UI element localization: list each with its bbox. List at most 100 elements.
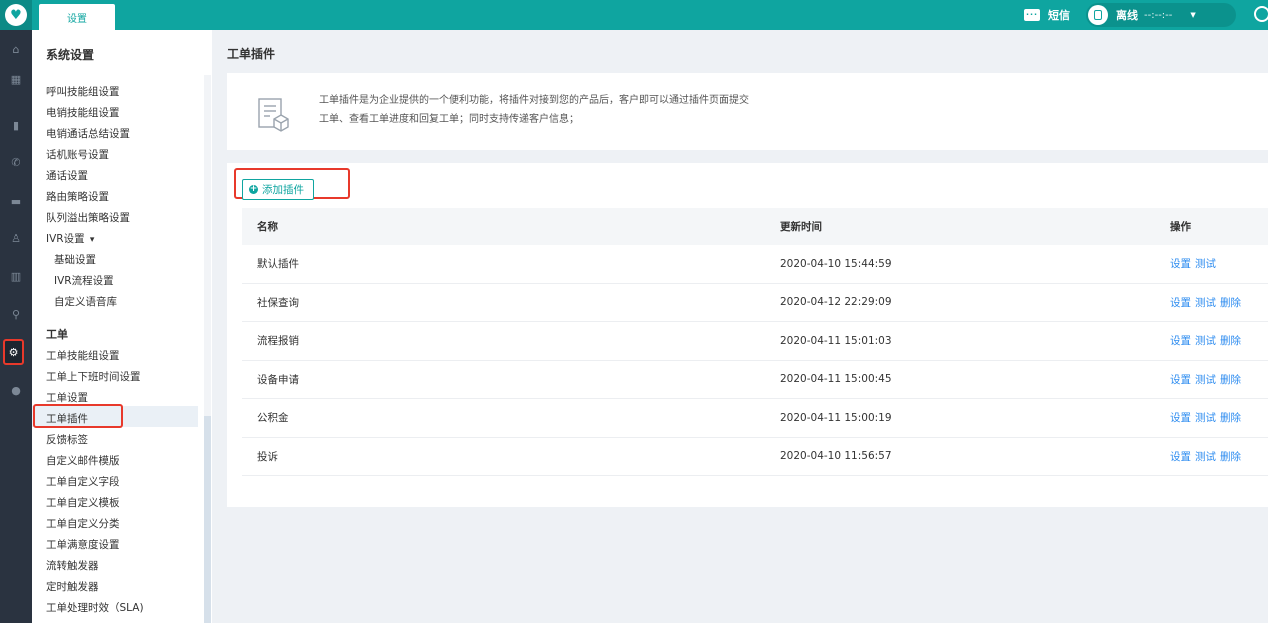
plugin-name: 流程报销 xyxy=(257,335,299,348)
plugin-table: 名称 更新时间 操作 默认插件 2020-04-10 15:44:59 设置 测… xyxy=(242,208,1268,476)
search-icon[interactable] xyxy=(1254,6,1268,22)
plugin-document-icon xyxy=(258,98,289,132)
delete-link[interactable]: 删除 xyxy=(1220,449,1241,464)
sidebar-item-ivr-flow[interactable]: IVR流程设置 xyxy=(54,273,114,288)
delete-link[interactable]: 删除 xyxy=(1220,295,1241,310)
chat-icon[interactable]: ▬ xyxy=(0,190,32,212)
book-icon[interactable]: ▮ xyxy=(0,114,32,136)
sidebar-item-ticket-custom-template[interactable]: 工单自定义模板 xyxy=(46,495,120,510)
sidebar-item-feedback-tags[interactable]: 反馈标签 xyxy=(46,432,88,447)
sidebar-item-queue-overflow[interactable]: 队列溢出策略设置 xyxy=(46,210,130,225)
plugin-updated-time: 2020-04-11 15:01:03 xyxy=(780,334,892,347)
table-row: 设备申请 2020-04-11 15:00:45 设置 测试 删除 xyxy=(242,361,1268,399)
plugin-updated-time: 2020-04-12 22:29:09 xyxy=(780,296,892,309)
sms-label: 短信 xyxy=(1048,9,1070,22)
plugin-name: 默认插件 xyxy=(257,258,299,271)
add-plugin-label: 添加插件 xyxy=(262,184,304,196)
plus-circle-icon: + xyxy=(249,184,258,194)
agent-status-dropdown[interactable]: 离线 --:--:-- ▼ xyxy=(1086,3,1236,27)
sidebar-item-routing-strategy[interactable]: 路由策略设置 xyxy=(46,189,109,204)
sidebar-item-ticket-skill-group[interactable]: 工单技能组设置 xyxy=(46,348,120,363)
settings-link[interactable]: 设置 xyxy=(1170,372,1191,387)
sidebar-item-ticket-settings[interactable]: 工单设置 xyxy=(46,390,88,405)
settings-link[interactable]: 设置 xyxy=(1170,449,1191,464)
tab-settings[interactable]: 设置 xyxy=(39,4,115,30)
users-icon[interactable]: ♙ xyxy=(0,227,32,249)
ivr-settings-label: IVR设置 xyxy=(46,233,85,245)
sidebar-item-ticket-custom-fields[interactable]: 工单自定义字段 xyxy=(46,474,120,489)
app-logo[interactable]: ♥ xyxy=(0,0,32,30)
sidebar-item-ticket-work-hours[interactable]: 工单上下班时间设置 xyxy=(46,369,141,384)
sidebar-item-telesales-summary[interactable]: 电销通话总结设置 xyxy=(46,126,130,141)
column-header-updated-time: 更新时间 xyxy=(780,221,822,233)
add-plugin-button[interactable]: + 添加插件 xyxy=(242,179,314,200)
sidebar-item-phone-account[interactable]: 话机账号设置 xyxy=(46,147,109,162)
sidebar-item-custom-voice-library[interactable]: 自定义语音库 xyxy=(54,294,117,309)
intro-card: 工单插件是为企业提供的一个便利功能，将插件对接到您的产品后，客户即可以通过插件页… xyxy=(227,73,1268,150)
home-icon[interactable]: ⌂ xyxy=(0,38,32,60)
row-actions: 设置 测试 删除 xyxy=(1170,399,1241,437)
settings-link[interactable]: 设置 xyxy=(1170,295,1191,310)
settings-link[interactable]: 设置 xyxy=(1170,410,1191,425)
message-icon: ··· xyxy=(1024,9,1040,21)
test-link[interactable]: 测试 xyxy=(1195,295,1216,310)
status-timer: --:--:-- xyxy=(1144,9,1173,21)
plugin-list-card: + 添加插件 名称 更新时间 操作 默认插件 2020-04-10 15:44:… xyxy=(227,163,1268,507)
test-link[interactable]: 测试 xyxy=(1195,410,1216,425)
column-header-name: 名称 xyxy=(257,221,278,233)
chart-icon[interactable]: ▥ xyxy=(0,265,32,287)
sidebar-item-call-skill-group[interactable]: 呼叫技能组设置 xyxy=(46,84,120,99)
phone-icon[interactable]: ✆ xyxy=(0,151,32,173)
table-header: 名称 更新时间 操作 xyxy=(242,208,1268,245)
chevron-down-icon: ▾ xyxy=(89,235,95,245)
test-link[interactable]: 测试 xyxy=(1195,333,1216,348)
tooth-icon: ♥ xyxy=(5,4,27,26)
sidebar-item-call-settings[interactable]: 通话设置 xyxy=(46,168,88,183)
plugin-updated-time: 2020-04-11 15:00:45 xyxy=(780,373,892,386)
settings-link[interactable]: 设置 xyxy=(1170,333,1191,348)
row-actions: 设置 测试 删除 xyxy=(1170,438,1241,476)
plugin-name: 公积金 xyxy=(257,412,289,425)
test-link[interactable]: 测试 xyxy=(1195,256,1216,271)
delete-link[interactable]: 删除 xyxy=(1220,410,1241,425)
row-actions: 设置 测试 删除 xyxy=(1170,322,1241,360)
table-row: 默认插件 2020-04-10 15:44:59 设置 测试 xyxy=(242,245,1268,284)
sidebar-group-ticket: 工单 xyxy=(46,328,68,341)
gear-icon[interactable]: ⚙ xyxy=(3,339,24,365)
plugin-updated-time: 2020-04-11 15:00:19 xyxy=(780,411,892,424)
plugin-updated-time: 2020-04-10 15:44:59 xyxy=(780,257,892,270)
top-bar: ♥ 设置 ··· 短信 离线 --:--:-- ▼ xyxy=(0,0,1268,30)
plugin-name: 社保查询 xyxy=(257,296,299,309)
sidebar-item-ticket-sla[interactable]: 工单处理时效（SLA) xyxy=(46,600,144,615)
sidebar-item-email-template[interactable]: 自定义邮件模版 xyxy=(46,453,120,468)
sidebar-item-ivr-settings[interactable]: IVR设置 ▾ xyxy=(46,231,94,246)
delete-link[interactable]: 删除 xyxy=(1220,372,1241,387)
chevron-down-icon: ▼ xyxy=(1190,11,1196,19)
settings-link[interactable]: 设置 xyxy=(1170,256,1191,271)
settings-sidebar: 系统设置 呼叫技能组设置 电销技能组设置 电销通话总结设置 话机账号设置 通话设… xyxy=(32,30,212,623)
sidebar-item-flow-trigger[interactable]: 流转触发器 xyxy=(46,558,99,573)
row-actions: 设置 测试 删除 xyxy=(1170,284,1241,322)
sms-button[interactable]: ··· 短信 xyxy=(1024,0,1070,30)
intro-line-1: 工单插件是为企业提供的一个便利功能，将插件对接到您的产品后，客户即可以通过插件页… xyxy=(319,95,749,106)
icon-rail: ⌂ ▦ ▮ ✆ ▬ ♙ ▥ ⚲ ⚙ ● xyxy=(0,30,32,623)
delete-link[interactable]: 删除 xyxy=(1220,333,1241,348)
table-row: 投诉 2020-04-10 11:56:57 设置 测试 删除 xyxy=(242,438,1268,476)
sidebar-item-timer-trigger[interactable]: 定时触发器 xyxy=(46,579,99,594)
test-link[interactable]: 测试 xyxy=(1195,449,1216,464)
row-actions: 设置 测试 xyxy=(1170,245,1216,283)
sidebar-item-ticket-plugin[interactable]: 工单插件 xyxy=(46,411,88,426)
sidebar-scrollbar-thumb[interactable] xyxy=(204,416,211,623)
row-actions: 设置 测试 删除 xyxy=(1170,361,1241,399)
status-label: 离线 xyxy=(1116,9,1138,22)
intro-description: 工单插件是为企业提供的一个便利功能，将插件对接到您的产品后，客户即可以通过插件页… xyxy=(319,91,749,129)
sidebar-item-ivr-basic[interactable]: 基础设置 xyxy=(54,252,96,267)
grid-icon[interactable]: ▦ xyxy=(0,68,32,90)
github-icon[interactable]: ● xyxy=(0,379,32,401)
sidebar-item-ticket-satisfaction[interactable]: 工单满意度设置 xyxy=(46,537,120,552)
sidebar-item-ticket-custom-category[interactable]: 工单自定义分类 xyxy=(46,516,120,531)
test-link[interactable]: 测试 xyxy=(1195,372,1216,387)
search-icon[interactable]: ⚲ xyxy=(0,303,32,325)
plugin-updated-time: 2020-04-10 11:56:57 xyxy=(780,450,892,463)
sidebar-item-telesales-skill-group[interactable]: 电销技能组设置 xyxy=(46,105,120,120)
